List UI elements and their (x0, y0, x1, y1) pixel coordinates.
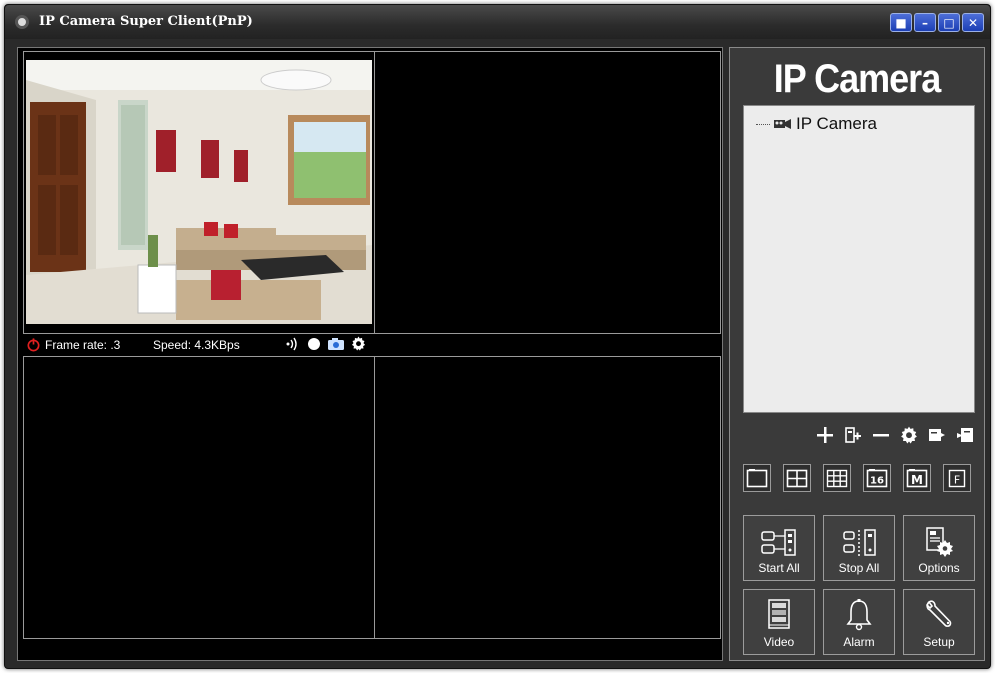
stop-all-button[interactable]: Stop All (823, 515, 895, 581)
speed-text: Speed: 4.3KBps (153, 338, 240, 352)
tree-connector (756, 123, 770, 125)
camera-toolbar (816, 426, 974, 444)
nine-view-icon (826, 469, 848, 488)
start-all-label: Start All (758, 561, 800, 575)
bell-icon (846, 599, 872, 631)
close-button[interactable]: ✕ (962, 13, 984, 32)
title-bar[interactable]: IP Camera Super Client(PnP) ■ – □ ✕ (5, 5, 990, 39)
export-icon (929, 429, 945, 441)
import-button[interactable] (956, 426, 974, 444)
import-icon (957, 428, 973, 442)
minimize-button[interactable]: – (914, 13, 936, 32)
alarm-button[interactable]: Alarm (823, 589, 895, 655)
gear-icon[interactable] (351, 336, 366, 351)
remove-camera-button[interactable] (872, 426, 890, 444)
frame-rate-text: Frame rate: .3 (45, 338, 121, 352)
video-cell-2[interactable] (375, 51, 721, 334)
layout-16-button[interactable]: 16 (863, 464, 891, 492)
layout-16-label: 16 (870, 476, 884, 487)
remove-icon (873, 434, 889, 437)
quad-view-icon (786, 469, 808, 488)
record-icon[interactable] (307, 337, 321, 351)
options-button[interactable]: Options (903, 515, 975, 581)
layout-m-button[interactable]: M (903, 464, 931, 492)
options-label: Options (918, 561, 960, 575)
options-icon (926, 527, 953, 557)
video-controls (285, 336, 366, 351)
window-controls: ■ – □ ✕ (890, 13, 984, 32)
camera-feed-image (26, 60, 372, 324)
edit-icon (845, 427, 861, 443)
fullscreen-icon: F (948, 469, 966, 488)
stop-all-label: Stop All (838, 561, 880, 575)
compact-button[interactable]: ■ (890, 13, 912, 32)
app-window: IP Camera Super Client(PnP) ■ – □ ✕ Fram… (4, 4, 991, 669)
layout-selector: 16 M F (743, 464, 971, 492)
tree-item-ip-camera[interactable]: IP Camera (756, 114, 877, 134)
start-all-icon (761, 529, 796, 556)
settings-icon (901, 426, 917, 444)
setup-label: Setup (923, 635, 955, 649)
single-view-icon (746, 469, 768, 488)
layout-f-label: F (954, 474, 960, 487)
setup-button[interactable]: Setup (903, 589, 975, 655)
add-icon (817, 427, 833, 443)
stop-all-icon (843, 529, 876, 556)
wrench-icon (925, 600, 952, 627)
video-cell-4[interactable] (375, 356, 721, 639)
action-buttons: Start All Stop All Options Video Alarm S… (743, 515, 975, 655)
video-cell-1[interactable] (23, 51, 375, 334)
tree-item-label: IP Camera (796, 114, 877, 133)
window-title: IP Camera Super Client(PnP) (39, 14, 253, 29)
control-panel: IP Camera IP Camera 16 M F Start All Sto… (729, 47, 985, 661)
video-status-bar: Frame rate: .3 Speed: 4.3KBps (23, 335, 721, 355)
alarm-label: Alarm (843, 635, 875, 649)
video-label: Video (763, 635, 795, 649)
video-grid: Frame rate: .3 Speed: 4.3KBps (17, 47, 723, 661)
export-button[interactable] (928, 426, 946, 444)
m-view-icon: M (906, 469, 928, 488)
add-camera-button[interactable] (816, 426, 834, 444)
layout-4-button[interactable] (783, 464, 811, 492)
video-cell-3[interactable] (23, 356, 375, 639)
camera-icon (774, 119, 791, 129)
camera-tree[interactable]: IP Camera (743, 105, 975, 413)
app-icon (15, 15, 29, 29)
layout-9-button[interactable] (823, 464, 851, 492)
sixteen-view-icon: 16 (866, 469, 888, 488)
video-file-icon (768, 599, 790, 629)
start-all-button[interactable]: Start All (743, 515, 815, 581)
layout-1-button[interactable] (743, 464, 771, 492)
video-button[interactable]: Video (743, 589, 815, 655)
maximize-button[interactable]: □ (938, 13, 960, 32)
edit-camera-button[interactable] (844, 426, 862, 444)
audio-icon[interactable] (285, 337, 301, 351)
layout-f-button[interactable]: F (943, 464, 971, 492)
power-icon[interactable] (26, 337, 41, 352)
brand-logo-text: IP Camera (773, 55, 941, 101)
layout-m-label: M (911, 473, 923, 487)
snapshot-camera-icon[interactable] (327, 337, 345, 351)
camera-settings-button[interactable] (900, 426, 918, 444)
